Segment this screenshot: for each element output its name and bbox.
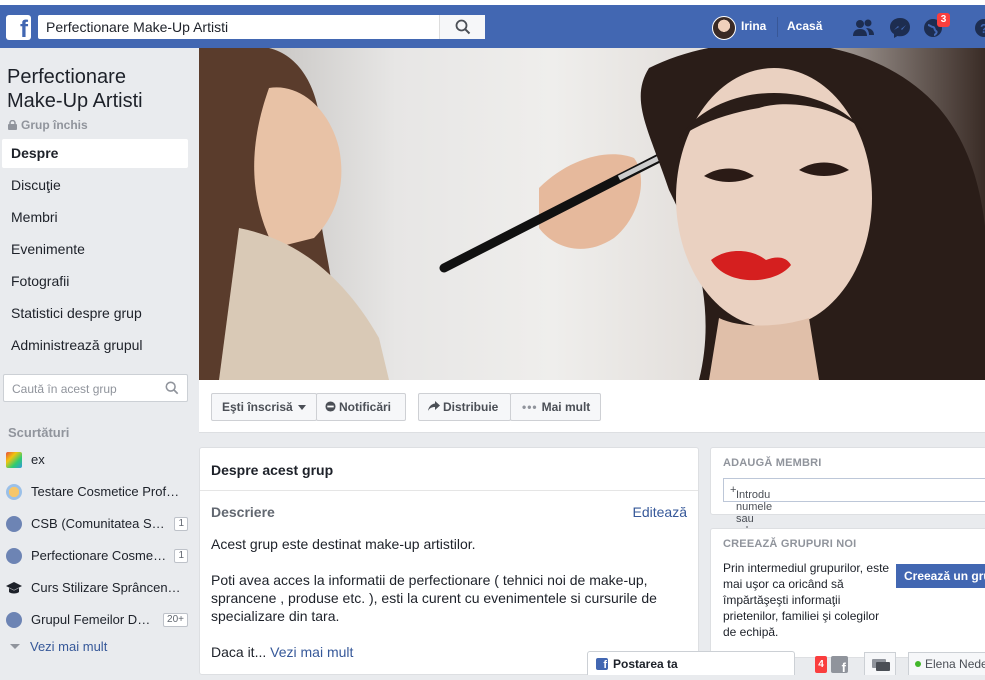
group-icon (6, 516, 22, 532)
chat-icon[interactable] (864, 652, 896, 675)
chat-friend-name: Elena Nedelcu (925, 657, 985, 671)
nav-discussion[interactable]: Discuţie (2, 171, 188, 200)
top-bar: f Perfectionare Make-Up Artisti Irina Ac… (0, 0, 985, 48)
cover-illustration (199, 48, 985, 380)
chat-post-label: Postarea ta (613, 657, 678, 671)
group-search-placeholder: Caută în acest grup (12, 382, 117, 396)
notifications-badge: 3 (937, 13, 950, 27)
add-members-panel: ADAUGĂ MEMBRI + Introdu numele sau adres… (710, 447, 985, 561)
group-search-input[interactable]: Caută în acest grup (3, 374, 188, 402)
description-paragraph: Poti avea acces la informatii de perfect… (211, 572, 657, 624)
shortcut-item[interactable]: Perfectionare Cosme… 1 (6, 546, 192, 566)
left-sidebar: Perfectionare Make-Up Artisti Grup închi… (0, 48, 198, 675)
svg-text:?: ? (980, 21, 985, 36)
share-label: Distribuie (443, 400, 499, 414)
see-more-label: Vezi mai mult (30, 639, 108, 654)
chat-bubbles-icon (872, 659, 890, 671)
joined-label: Eşti înscrisă (222, 400, 293, 414)
search-button[interactable] (439, 15, 485, 39)
create-group-text: Prin intermediul grupurilor, este mai uş… (723, 561, 890, 639)
shortcut-item[interactable]: ex (6, 450, 192, 470)
friend-requests-icon[interactable] (852, 17, 876, 39)
messenger-icon[interactable] (888, 17, 912, 39)
shortcut-item[interactable]: Curs Stilizare Sprâncen… (6, 578, 192, 598)
help-icon[interactable]: ? (972, 17, 985, 39)
rainbow-icon (6, 452, 22, 468)
notifications-label: Notificări (339, 400, 392, 414)
facebook-icon: f (596, 658, 608, 671)
group-privacy-label: Grup închis (21, 118, 88, 132)
shortcut-item[interactable]: Testare Cosmetice Prof… (6, 482, 192, 502)
about-panel: Despre acest grup Descriere Editează Ace… (199, 447, 699, 675)
see-more-link[interactable]: Vezi mai mult (270, 644, 353, 660)
shortcut-count: 20+ (163, 613, 188, 627)
nav-manage-group[interactable]: Administrează grupul (2, 331, 188, 360)
create-group-panel: CREEAZĂ GRUPURI NOI Prin intermediul gru… (710, 528, 985, 658)
description-heading: Descriere (211, 504, 275, 520)
group-icon (6, 612, 22, 628)
shortcut-count: 1 (174, 517, 188, 531)
description-paragraph: Acest grup este destinat make-up artisti… (211, 536, 476, 552)
nav-about[interactable]: Despre (2, 139, 188, 168)
joined-button[interactable]: Eşti înscrisă (211, 393, 317, 421)
shortcut-item[interactable]: CSB (Comunitatea S… 1 (6, 514, 192, 534)
more-button[interactable]: ••• Mai mult (510, 393, 601, 421)
notifications-button[interactable]: Notificări (316, 393, 406, 421)
global-search[interactable]: Perfectionare Make-Up Artisti (38, 15, 485, 39)
add-member-placeholder: + Introdu numele sau adresa de e-mail... (730, 484, 773, 561)
lock-icon (8, 119, 17, 130)
divider (200, 490, 698, 491)
group-title-line-1: Perfectionare (7, 66, 126, 88)
shortcut-item[interactable]: Grupul Femeilor D… 20+ (6, 610, 192, 630)
group-title[interactable]: Perfectionare Make-Up Artisti (7, 65, 192, 113)
share-button[interactable]: Distribuie (418, 393, 511, 421)
chevron-down-icon (10, 644, 20, 649)
cover-photo[interactable] (199, 48, 985, 380)
group-privacy: Grup închis (8, 118, 88, 132)
search-icon[interactable] (165, 381, 179, 395)
shortcut-label: Curs Stilizare Sprâncen… (31, 580, 181, 595)
divider (777, 17, 778, 37)
group-icon (6, 548, 22, 564)
facebook-logo-icon[interactable]: f (6, 15, 31, 42)
shortcut-count: 1 (174, 549, 188, 563)
add-member-input[interactable]: + Introdu numele sau adresa de e-mail... (723, 478, 985, 561)
global-search-input[interactable]: Perfectionare Make-Up Artisti (46, 19, 228, 35)
home-link[interactable]: Acasă (787, 19, 822, 33)
description-truncated: Daca it... (211, 644, 267, 660)
block-icon (325, 401, 336, 412)
add-members-heading: ADAUGĂ MEMBRI (723, 457, 822, 469)
share-icon (428, 401, 440, 411)
shortcuts-heading: Scurtături (8, 425, 70, 440)
edit-description-link[interactable]: Editează (633, 504, 687, 520)
nav-photos[interactable]: Fotografii (2, 267, 188, 296)
group-action-bar: Eşti înscrisă Notificări Distribuie ••• M… (199, 380, 985, 433)
shortcuts-see-more[interactable]: Vezi mai mult (10, 639, 107, 654)
search-icon (455, 19, 471, 35)
user-avatar[interactable] (712, 16, 736, 40)
nav-events[interactable]: Evenimente (2, 235, 188, 264)
nav-group-insights[interactable]: Statistici despre grup (2, 299, 188, 328)
shortcut-label: Grupul Femeilor D… (31, 612, 151, 627)
shortcut-label: CSB (Comunitatea S… (31, 516, 165, 531)
user-name-link[interactable]: Irina (741, 19, 766, 33)
facebook-icon[interactable]: f (831, 656, 848, 674)
more-label: Mai mult (541, 400, 591, 414)
shortcut-label: ex (31, 452, 45, 467)
chat-friend-tab[interactable]: Elena Nedelcu (908, 652, 985, 675)
graduation-cap-icon (6, 580, 22, 596)
group-title-line-2: Make-Up Artisti (7, 90, 143, 112)
online-status-icon (915, 661, 921, 667)
shortcut-label: Testare Cosmetice Prof… (31, 484, 180, 499)
nav-members[interactable]: Membri (2, 203, 188, 232)
more-dots-icon: ••• (522, 400, 538, 414)
shortcut-label: Perfectionare Cosme… (31, 548, 167, 563)
create-group-button[interactable]: Creează un grup (896, 564, 985, 588)
about-heading: Despre acest grup (211, 462, 334, 478)
chat-badge: 4 (815, 656, 827, 673)
create-group-heading: CREEAZĂ GRUPURI NOI (723, 538, 857, 550)
cosmetics-icon (6, 484, 22, 500)
caret-down-icon (297, 405, 306, 410)
chat-post-tab[interactable]: f Postarea ta (587, 651, 795, 675)
